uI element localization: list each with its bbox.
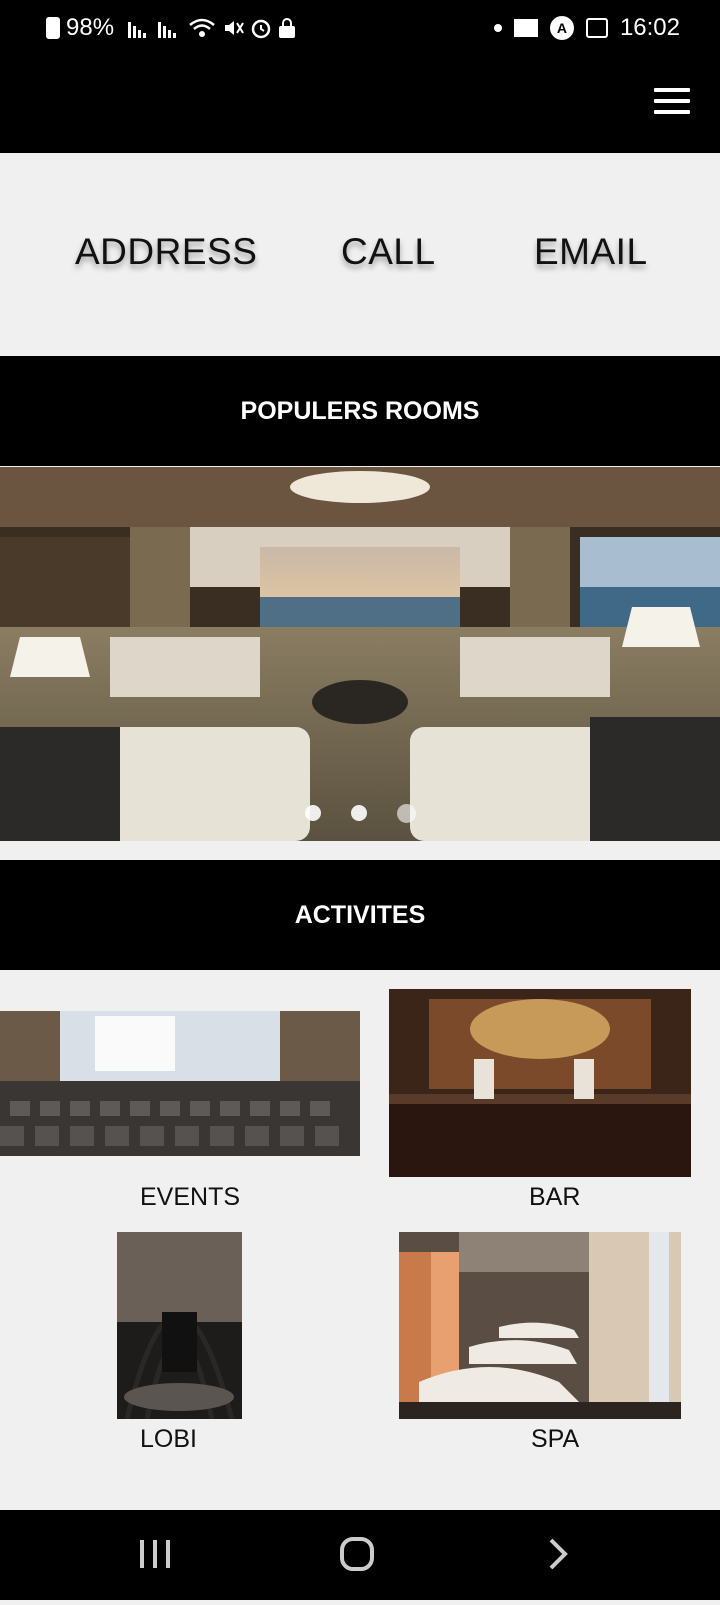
- call-link[interactable]: CALL: [341, 231, 436, 273]
- signal-icon: [158, 18, 177, 38]
- slider-dot[interactable]: [350, 805, 367, 821]
- slider-dot[interactable]: [304, 805, 321, 821]
- app-header: [0, 60, 720, 153]
- back-icon: [549, 1538, 568, 1570]
- address-link[interactable]: ADDRESS: [75, 231, 257, 273]
- status-left: 98%: [46, 14, 296, 42]
- events-photo: [0, 1011, 360, 1156]
- contact-bar: ADDRESS CALL EMAIL: [0, 153, 720, 355]
- slider-dots: [0, 804, 720, 823]
- hamburger-menu-icon[interactable]: [654, 88, 690, 114]
- spa-image[interactable]: [399, 1232, 681, 1419]
- bar-label[interactable]: BAR: [529, 1183, 580, 1212]
- home-button[interactable]: [297, 1510, 417, 1600]
- activities-title: ACTIVITES: [294, 900, 426, 929]
- status-right: A 16:02: [493, 14, 680, 42]
- lock-icon: [279, 18, 296, 38]
- lobi-label[interactable]: LOBI: [140, 1425, 197, 1454]
- wifi-icon: [189, 18, 215, 37]
- spa-photo: [399, 1232, 681, 1419]
- email-link[interactable]: EMAIL: [534, 231, 648, 273]
- gallery-icon: [585, 18, 608, 38]
- alarm-icon: [251, 19, 271, 39]
- recents-icon: [140, 1540, 170, 1568]
- battery-level: 98%: [66, 14, 115, 41]
- clock: 16:02: [619, 14, 680, 41]
- spa-label[interactable]: SPA: [531, 1425, 579, 1454]
- lobi-photo: [117, 1232, 242, 1419]
- activities-section-header: ACTIVITES: [0, 860, 720, 970]
- events-image[interactable]: [0, 1011, 360, 1156]
- bar-image[interactable]: [389, 989, 691, 1177]
- status-bar: 98% A 16:02: [0, 0, 720, 60]
- room-slide-image: [0, 467, 720, 841]
- notification-dot-icon: [493, 24, 502, 32]
- system-nav-bar: [0, 1510, 720, 1600]
- bar-photo: [389, 989, 691, 1177]
- app-icon: A: [549, 16, 574, 40]
- rooms-slider[interactable]: [0, 467, 720, 841]
- slider-dot[interactable]: [396, 804, 416, 823]
- battery-icon: [46, 17, 60, 39]
- mute-icon: [225, 21, 244, 35]
- signal-icon: [128, 18, 147, 38]
- rooms-title: POPULERS ROOMS: [240, 396, 480, 425]
- mail-icon: [513, 19, 538, 37]
- rooms-section-header: POPULERS ROOMS: [0, 356, 720, 466]
- home-icon: [340, 1537, 374, 1571]
- recents-button[interactable]: [95, 1510, 215, 1600]
- back-button[interactable]: [498, 1510, 618, 1600]
- lobi-image[interactable]: [117, 1232, 242, 1419]
- events-label[interactable]: EVENTS: [140, 1183, 240, 1212]
